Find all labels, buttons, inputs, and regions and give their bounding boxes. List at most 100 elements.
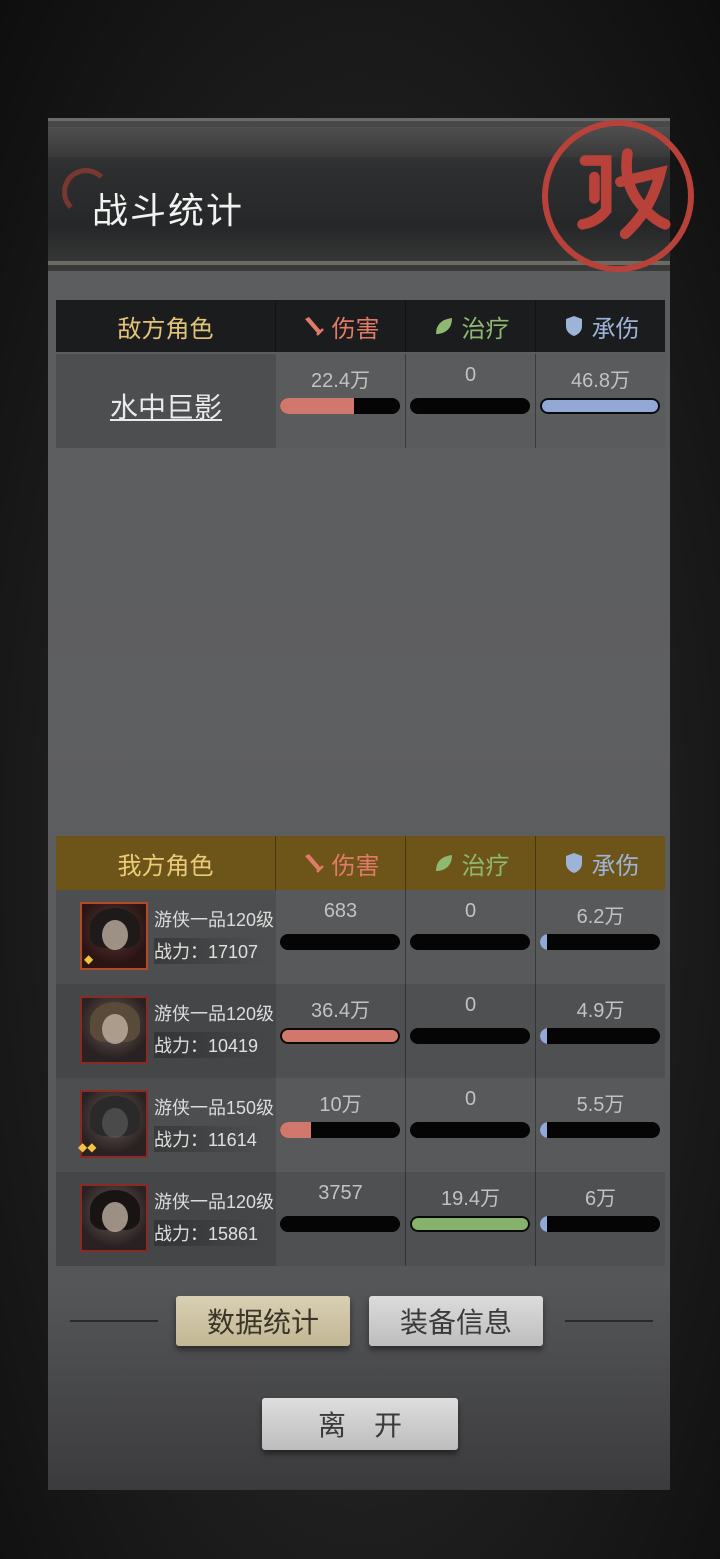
tank-bar-fill [540,1028,547,1044]
divider-left [70,1320,158,1322]
star-icon: ◆ [84,952,94,966]
tank-value: 4.9万 [576,1000,625,1022]
damage-bar [280,934,400,950]
portrait-face [102,920,128,950]
enemy-header-label: 敌方角色 [56,300,276,352]
heal-stat: 19.4万 [406,1172,536,1266]
heal-value: 0 [464,900,477,922]
tank-bar [540,1122,660,1138]
tank-stat: 46.8万 [536,354,665,448]
heal-bar [410,1028,530,1044]
ally-name-cell: 游侠一品120级 战力：10419 [56,984,276,1078]
tank-stat: 5.5万 [536,1078,665,1172]
ally-row[interactable]: 游侠一品120级 战力：10419 36.4万 0 4.9万 [56,984,665,1078]
ally-header-label: 我方角色 [56,836,276,890]
damage-stat: 3757 [276,1172,406,1266]
ally-row[interactable]: ◆◆ 游侠一品150级 战力：11614 10万 0 5.5万 [56,1078,665,1172]
character-portrait[interactable] [80,996,148,1064]
heal-value: 0 [464,1088,477,1110]
damage-bar-fill [280,1122,312,1138]
equip-info-tab[interactable]: 装备信息 [369,1296,543,1346]
damage-value: 36.4万 [311,1000,370,1022]
damage-value: 3757 [318,1182,363,1204]
character-name: 游侠一品120级 [154,910,275,930]
sword-icon [304,854,324,873]
star-icon: ◆◆ [78,1140,97,1154]
character-name: 游侠一品150级 [154,1098,275,1118]
tank-label: 承伤 [591,315,640,343]
heal-bar-fill [410,1216,530,1232]
enemy-header: 敌方角色 伤害 治疗 承伤 [56,300,665,352]
damage-bar [280,398,400,414]
heal-column-header: 治疗 [406,836,536,890]
enemy-row[interactable]: 水中巨影 22.4万 0 46.8万 [56,354,665,448]
heal-label: 治疗 [461,315,510,343]
tank-column-header: 承伤 [536,300,665,352]
tank-bar-fill [540,934,548,950]
tank-label: 承伤 [591,852,640,880]
heal-column-header: 治疗 [406,300,536,352]
combat-power: 战力：15861 [154,1220,267,1246]
damage-stat: 10万 [276,1078,406,1172]
heal-bar [410,934,530,950]
portrait-face [102,1108,128,1138]
portrait-face [102,1014,128,1044]
damage-value: 22.4万 [311,370,370,392]
ally-header: 我方角色 伤害 治疗 承伤 [56,836,665,890]
damage-bar [280,1122,400,1138]
tank-bar [540,1216,660,1232]
ally-name-cell: ◆◆ 游侠一品150级 战力：11614 [56,1078,276,1172]
heal-bar [410,1122,530,1138]
heal-value: 19.4万 [441,1188,500,1210]
tank-value: 6.2万 [576,906,625,928]
combat-power: 战力：10419 [154,1032,267,1058]
enemy-name-link[interactable]: 水中巨影 [56,386,276,426]
ally-name-cell: ◆ 游侠一品120级 战力：17107 [56,890,276,984]
damage-value: 10万 [319,1094,362,1116]
tank-stat: 4.9万 [536,984,665,1078]
tank-value: 46.8万 [571,370,630,392]
tank-bar [540,934,660,950]
heal-stat: 0 [406,984,536,1078]
leaf-icon [435,318,452,334]
heal-stat: 0 [406,354,536,448]
divider-right [565,1320,653,1322]
leave-button[interactable]: 离开 [262,1398,458,1450]
heal-value: 0 [464,994,477,1016]
damage-column-header: 伤害 [276,836,406,890]
character-name: 游侠一品120级 [154,1192,275,1212]
leaf-icon [435,855,452,871]
character-portrait[interactable] [80,1184,148,1252]
damage-bar-fill [280,1028,400,1044]
tank-column-header: 承伤 [536,836,665,890]
tank-bar [540,398,660,414]
tank-bar-fill [540,398,660,414]
ally-row[interactable]: ◆ 游侠一品120级 战力：17107 683 0 6.2万 [56,890,665,984]
heal-label: 治疗 [461,852,510,880]
ally-row[interactable]: 游侠一品120级 战力：15861 3757 19.4万 6万 [56,1172,665,1266]
heal-bar [410,1216,530,1232]
heal-stat: 0 [406,890,536,984]
sword-icon [304,317,324,336]
ally-name-cell: 游侠一品120级 战力：15861 [56,1172,276,1266]
shield-icon [565,853,582,873]
data-stats-tab[interactable]: 数据统计 [176,1296,350,1346]
damage-stat: 36.4万 [276,984,406,1078]
title-divider [48,261,670,265]
damage-value: 683 [323,900,358,922]
damage-bar-fill [280,398,355,414]
tank-stat: 6万 [536,1172,665,1266]
defeat-seal [542,120,694,272]
damage-label: 伤害 [331,315,380,343]
heal-value: 0 [464,364,477,386]
page-title: 战斗统计 [92,190,245,231]
damage-column-header: 伤害 [276,300,406,352]
tank-stat: 6.2万 [536,890,665,984]
tank-bar-fill [540,1122,547,1138]
damage-stat: 683 [276,890,406,984]
character-name: 游侠一品120级 [154,1004,275,1024]
tank-value: 5.5万 [576,1094,625,1116]
heal-bar [410,398,530,414]
defeat-seal-glyph-icon [577,148,671,240]
damage-bar [280,1028,400,1044]
